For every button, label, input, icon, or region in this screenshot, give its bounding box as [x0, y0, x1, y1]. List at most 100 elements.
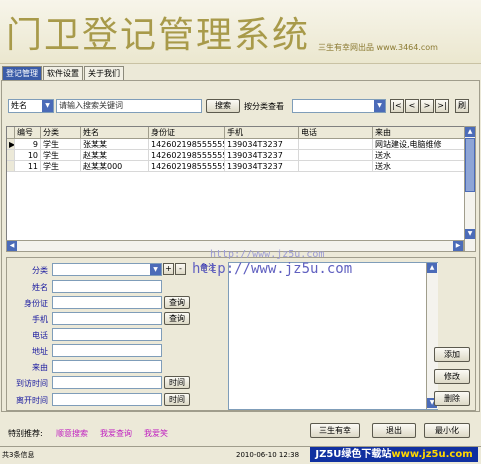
address-field-label: 地址 [32, 347, 48, 356]
minimize-button[interactable]: 最小化 [424, 423, 470, 438]
column-header[interactable]: 编号 [15, 127, 41, 139]
cell-reason[interactable]: 网站建设,电脑维修 [373, 139, 465, 150]
app-title: 门卫登记管理系统 [6, 15, 311, 56]
category-filter-select[interactable]: ▼ [292, 99, 386, 113]
next-record-button[interactable]: > [420, 99, 434, 113]
recommend-link-query[interactable]: 我爱查询 [100, 428, 132, 439]
cell-category[interactable]: 学生 [41, 139, 81, 150]
cell-phone[interactable] [299, 150, 373, 161]
mobile-field[interactable] [52, 312, 162, 325]
recommend-link-search[interactable]: 顺意搜索 [56, 428, 88, 439]
tab-registration[interactable]: 登记管理 [2, 66, 42, 80]
cell-name[interactable]: 赵某某 [81, 150, 149, 161]
address-field[interactable] [52, 344, 162, 357]
scroll-right-icon[interactable]: ▶ [453, 241, 463, 251]
cell-id[interactable]: 9 [15, 139, 41, 150]
column-header[interactable]: 手机 [225, 127, 299, 139]
cell-mobile[interactable]: 139034T3237 [225, 139, 299, 150]
cell-phone[interactable] [299, 139, 373, 150]
cell-idcard[interactable]: 142602198555555 [149, 161, 225, 172]
row-indicator [7, 150, 15, 161]
memo-textarea[interactable]: ▲ ▼ [228, 262, 438, 410]
cell-reason[interactable]: 送水 [373, 150, 465, 161]
idcard-field[interactable] [52, 296, 162, 309]
first-record-button[interactable]: |< [390, 99, 404, 113]
tab-about[interactable]: 关于我们 [84, 66, 124, 80]
app-subtitle: 三生有幸网出品 www.3464.com [318, 43, 438, 52]
cell-idcard[interactable]: 142602198555555 [149, 139, 225, 150]
search-button[interactable]: 搜索 [206, 99, 240, 113]
mobile-query-button[interactable]: 查询 [164, 312, 190, 325]
add-category-button[interactable]: + [163, 263, 174, 275]
search-input[interactable]: 请输入搜索关键词 [56, 99, 202, 113]
name-field[interactable] [52, 280, 162, 293]
cell-category[interactable]: 学生 [41, 161, 81, 172]
category-field-label: 分类 [32, 266, 48, 275]
cell-mobile[interactable]: 139034T3237 [225, 161, 299, 172]
exit-button[interactable]: 退出 [372, 423, 416, 438]
row-indicator: ▶ [7, 139, 15, 150]
arrive-time-field[interactable] [52, 376, 162, 389]
cell-phone[interactable] [299, 161, 373, 172]
cell-reason[interactable]: 送水 [373, 161, 465, 172]
arrive-time-button[interactable]: 时间 [164, 376, 190, 389]
column-header[interactable]: 电话 [299, 127, 373, 139]
arrive-time-label: 到访时间 [16, 379, 48, 388]
phone-field[interactable] [52, 328, 162, 341]
leave-time-field[interactable] [52, 393, 162, 406]
edit-button[interactable]: 修改 [434, 369, 470, 384]
records-grid[interactable]: 编号 分类 姓名 身份证 手机 电话 来由 ▶ 9 学生 张某某 1426021… [6, 126, 466, 252]
add-button[interactable]: 添加 [434, 347, 470, 362]
refresh-button[interactable]: 刷 [455, 99, 469, 113]
leave-time-label: 离开时间 [16, 396, 48, 405]
row-indicator [7, 161, 15, 172]
row-indicator-header [7, 127, 15, 139]
name-field-label: 姓名 [32, 283, 48, 292]
grid-vertical-scrollbar[interactable]: ▲ ▼ [464, 126, 476, 252]
scroll-up-icon[interactable]: ▲ [427, 263, 437, 273]
cell-mobile[interactable]: 139034T3237 [225, 150, 299, 161]
scroll-left-icon[interactable]: ◀ [7, 241, 17, 251]
reason-field[interactable] [52, 360, 162, 373]
scroll-up-icon[interactable]: ▲ [465, 127, 475, 137]
last-record-button[interactable]: >| [435, 99, 449, 113]
recommend-label: 特别推荐: [8, 429, 43, 438]
leave-time-button[interactable]: 时间 [164, 393, 190, 406]
remove-category-button[interactable]: - [175, 263, 186, 275]
prev-record-button[interactable]: < [405, 99, 419, 113]
memo-scrollbar[interactable]: ▲ ▼ [426, 263, 438, 409]
reason-field-label: 来由 [32, 363, 48, 372]
scroll-down-icon[interactable]: ▼ [465, 229, 475, 239]
category-field-select[interactable]: ▼ [52, 263, 162, 276]
idcard-query-button[interactable]: 查询 [164, 296, 190, 309]
cell-category[interactable]: 学生 [41, 150, 81, 161]
cell-name[interactable]: 张某某 [81, 139, 149, 150]
scroll-thumb[interactable] [465, 138, 475, 192]
search-field-value: 姓名 [11, 101, 27, 110]
category-filter-label: 按分类查看 [244, 102, 284, 111]
phone-field-label: 电话 [32, 331, 48, 340]
chevron-down-icon: ▼ [42, 100, 53, 112]
idcard-field-label: 身份证 [24, 299, 48, 308]
record-count: 共3条信息 [2, 451, 35, 459]
column-header[interactable]: 来由 [373, 127, 465, 139]
chevron-down-icon: ▼ [150, 264, 161, 275]
recommend-link-joke[interactable]: 我爱笑 [144, 428, 168, 439]
delete-button[interactable]: 删除 [434, 391, 470, 406]
status-datetime: 2010-06-10 12:38 [236, 451, 300, 459]
chevron-down-icon: ▼ [374, 100, 385, 112]
cell-id[interactable]: 11 [15, 161, 41, 172]
column-header[interactable]: 身份证 [149, 127, 225, 139]
cell-idcard[interactable]: 142602198555555 [149, 150, 225, 161]
banner-url: www.jz5u.com [391, 449, 473, 460]
sansheng-button[interactable]: 三生有幸 [310, 423, 360, 438]
column-header[interactable]: 分类 [41, 127, 81, 139]
cell-name[interactable]: 赵某某000 [81, 161, 149, 172]
watermark-text-faint: http://www.jz5u.com [210, 249, 325, 260]
tab-bar: 登记管理 软件设置 关于我们 [2, 66, 125, 80]
column-header[interactable]: 姓名 [81, 127, 149, 139]
cell-id[interactable]: 10 [15, 150, 41, 161]
tab-settings[interactable]: 软件设置 [43, 66, 83, 80]
search-field-select[interactable]: 姓名 ▼ [8, 99, 54, 113]
site-banner: JZ5U绿色下载站www.jz5u.com [310, 447, 478, 462]
